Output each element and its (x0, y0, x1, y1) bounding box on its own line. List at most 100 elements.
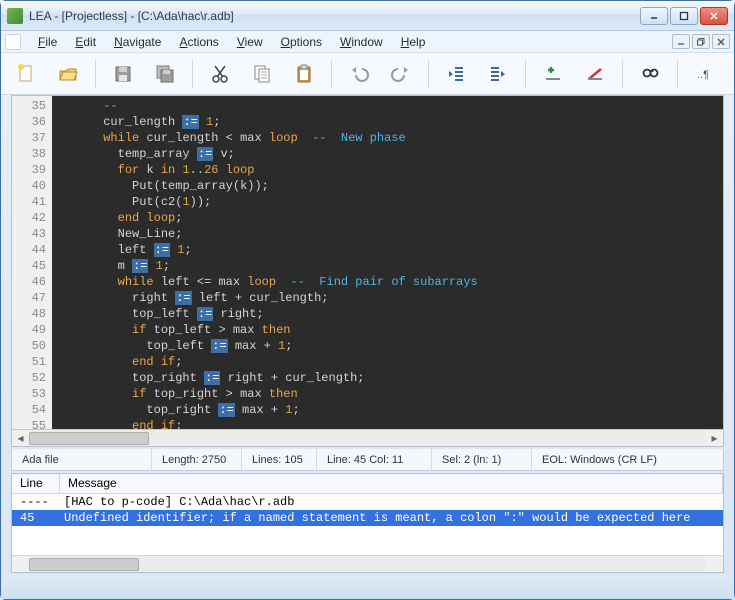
svg-text:..¶: ..¶ (697, 69, 709, 81)
menu-edit[interactable]: Edit (66, 33, 105, 51)
line-number: 54 (12, 402, 46, 418)
message-line: 45 (12, 511, 60, 525)
code-line[interactable]: Put(temp_array(k)); (60, 178, 723, 194)
save-button[interactable] (108, 59, 138, 89)
code-line[interactable]: right := left + cur_length; (60, 290, 723, 306)
editor-hscrollbar[interactable]: ◂ ▸ (12, 429, 723, 446)
scroll-thumb[interactable] (29, 432, 149, 445)
code-line[interactable]: Put(c2(1)); (60, 194, 723, 210)
indent-button[interactable] (483, 59, 513, 89)
minimize-button[interactable] (640, 7, 668, 25)
statusbar: Ada file Length: 2750 Lines: 105 Line: 4… (11, 449, 724, 471)
code-line[interactable]: while cur_length < max loop -- New phase (60, 130, 723, 146)
code-line[interactable]: end if; (60, 418, 723, 429)
code-line[interactable]: cur_length := 1; (60, 114, 723, 130)
messages-hscrollbar[interactable] (12, 555, 723, 572)
code-line[interactable]: end loop; (60, 210, 723, 226)
maximize-button[interactable] (670, 7, 698, 25)
code-line[interactable]: top_left := max + 1; (60, 338, 723, 354)
code-line[interactable]: temp_array := v; (60, 146, 723, 162)
messages-panel: Line Message ----[HAC to p-code] C:\Ada\… (11, 473, 724, 573)
code-line[interactable]: if top_left > max then (60, 322, 723, 338)
messages-body[interactable]: ----[HAC to p-code] C:\Ada\hac\r.adb45Un… (12, 494, 723, 555)
code-line[interactable]: while left <= max loop -- Find pair of s… (60, 274, 723, 290)
search-button[interactable] (635, 59, 665, 89)
line-number: 50 (12, 338, 46, 354)
code-line[interactable]: New_Line; (60, 226, 723, 242)
code-area[interactable]: -- cur_length := 1; while cur_length < m… (52, 96, 723, 429)
close-button[interactable] (700, 7, 728, 25)
menu-help[interactable]: Help (392, 33, 435, 51)
window-bottom-border (1, 575, 734, 599)
mdi-minimize-button[interactable] (672, 34, 690, 49)
menu-options[interactable]: Options (272, 33, 331, 51)
status-eol: EOL: Windows (CR LF) (532, 449, 723, 470)
messages-header: Line Message (12, 474, 723, 494)
line-number: 49 (12, 322, 46, 338)
remove-button[interactable] (580, 59, 610, 89)
line-number: 38 (12, 146, 46, 162)
line-number: 36 (12, 114, 46, 130)
undo-button[interactable] (344, 59, 374, 89)
line-number: 43 (12, 226, 46, 242)
line-number: 53 (12, 386, 46, 402)
code-line[interactable]: top_left := right; (60, 306, 723, 322)
open-file-button[interactable] (53, 59, 83, 89)
message-row[interactable]: 45Undefined identifier; if a named state… (12, 510, 723, 526)
status-position: Line: 45 Col: 11 (317, 449, 432, 470)
cut-button[interactable] (205, 59, 235, 89)
line-number: 39 (12, 162, 46, 178)
new-file-button[interactable] (11, 59, 41, 89)
menu-window[interactable]: Window (331, 33, 392, 51)
code-line[interactable]: left := 1; (60, 242, 723, 258)
menu-view[interactable]: View (228, 33, 272, 51)
toolbar: ..¶ (1, 53, 734, 95)
message-row[interactable]: ----[HAC to p-code] C:\Ada\hac\r.adb (12, 494, 723, 510)
menu-actions[interactable]: Actions (170, 33, 227, 51)
line-number: 37 (12, 130, 46, 146)
outdent-button[interactable] (441, 59, 471, 89)
line-number: 45 (12, 258, 46, 274)
messages-scroll-thumb[interactable] (29, 558, 139, 571)
mdi-restore-button[interactable] (692, 34, 710, 49)
scroll-left-icon[interactable]: ◂ (12, 431, 29, 446)
code-line[interactable]: top_right := max + 1; (60, 402, 723, 418)
line-number: 52 (12, 370, 46, 386)
messages-header-message[interactable]: Message (60, 474, 723, 493)
add-button[interactable] (538, 59, 568, 89)
app-icon (7, 8, 23, 24)
line-number: 48 (12, 306, 46, 322)
editor-pane: 3536373839404142434445464748495051525354… (11, 95, 724, 447)
line-number: 42 (12, 210, 46, 226)
menubar: FileEditNavigateActionsViewOptionsWindow… (1, 31, 734, 53)
menu-file[interactable]: File (29, 33, 66, 51)
line-number: 41 (12, 194, 46, 210)
code-editor[interactable]: 3536373839404142434445464748495051525354… (12, 96, 723, 429)
line-number: 44 (12, 242, 46, 258)
code-line[interactable]: for k in 1..26 loop (60, 162, 723, 178)
code-line[interactable]: top_right := right + cur_length; (60, 370, 723, 386)
menu-navigate[interactable]: Navigate (105, 33, 170, 51)
copy-button[interactable] (247, 59, 277, 89)
mdi-close-button[interactable] (712, 34, 730, 49)
code-line[interactable]: m := 1; (60, 258, 723, 274)
show-marks-button[interactable]: ..¶ (690, 59, 720, 89)
mdi-doc-icon[interactable] (5, 34, 21, 50)
scroll-right-icon[interactable]: ▸ (706, 431, 723, 446)
save-all-button[interactable] (150, 59, 180, 89)
mdi-controls (672, 34, 730, 49)
code-line[interactable]: -- (60, 98, 723, 114)
code-line[interactable]: end if; (60, 354, 723, 370)
message-text: Undefined identifier; if a named stateme… (60, 511, 723, 525)
line-number: 46 (12, 274, 46, 290)
code-line[interactable]: if top_right > max then (60, 386, 723, 402)
window-title: LEA - [Projectless] - [C:\Ada\hac\r.adb] (29, 9, 640, 23)
line-number: 35 (12, 98, 46, 114)
scroll-track[interactable] (29, 431, 706, 446)
paste-button[interactable] (289, 59, 319, 89)
redo-button[interactable] (386, 59, 416, 89)
status-selection: Sel: 2 (ln: 1) (432, 449, 532, 470)
status-lines: Lines: 105 (242, 449, 317, 470)
line-number: 47 (12, 290, 46, 306)
messages-header-line[interactable]: Line (12, 474, 60, 493)
